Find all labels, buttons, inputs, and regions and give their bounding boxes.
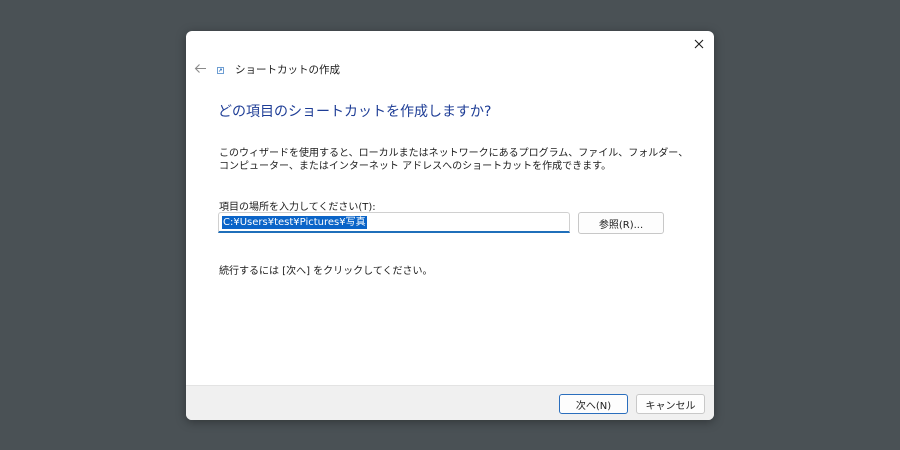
create-shortcut-dialog: ショートカットの作成 どの項目のショートカットを作成しますか? このウィザードを… [186, 31, 714, 420]
cancel-button[interactable]: キャンセル [636, 394, 705, 414]
desktop-background: ショートカットの作成 どの項目のショートカットを作成しますか? このウィザードを… [0, 0, 900, 450]
location-input[interactable]: C:¥Users¥test¥Pictures¥写真 [218, 212, 570, 233]
continue-instruction: 続行するには [次へ] をクリックしてください。 [219, 266, 433, 277]
browse-button[interactable]: 参照(R)... [578, 212, 664, 234]
shortcut-wizard-icon [217, 67, 224, 74]
location-label: 項目の場所を入力してください(T): [219, 202, 376, 213]
window-title: ショートカットの作成 [235, 64, 340, 76]
close-icon [694, 39, 704, 49]
description-text: このウィザードを使用すると、ローカルまたはネットワークにあるプログラム、ファイル… [219, 148, 689, 172]
dialog-footer: 次へ(N) キャンセル [186, 385, 714, 420]
close-button[interactable] [690, 35, 708, 53]
location-input-value: C:¥Users¥test¥Pictures¥写真 [222, 215, 367, 229]
next-button[interactable]: 次へ(N) [559, 394, 628, 414]
back-button[interactable] [192, 60, 208, 76]
page-heading: どの項目のショートカットを作成しますか? [218, 104, 492, 120]
back-arrow-icon [194, 63, 206, 73]
